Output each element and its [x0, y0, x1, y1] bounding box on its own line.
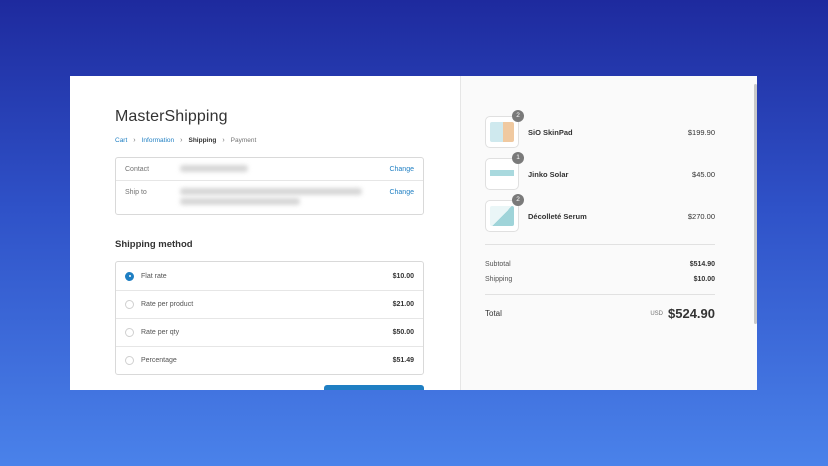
breadcrumb-cart[interactable]: Cart — [115, 137, 127, 144]
total-label: Total — [485, 309, 502, 318]
shipping-method-heading: Shipping method — [115, 239, 193, 250]
total-value: $524.90 — [668, 306, 715, 321]
radio-unselected[interactable] — [125, 300, 134, 309]
rate-name: Rate per qty — [141, 329, 180, 336]
item-name: SiO SkinPad — [528, 127, 573, 137]
item-price: $270.00 — [687, 211, 715, 221]
shipping-rates-list: Flat rate $10.00 Rate per product $21.00… — [115, 261, 424, 375]
shipping-row: Shipping $10.00 — [485, 272, 715, 287]
review-contact-row: Contact Change — [116, 158, 423, 180]
chevron-right-icon: › — [222, 137, 225, 144]
quantity-badge: 1 — [512, 152, 524, 164]
skinpad-product-image: 2 — [485, 110, 524, 148]
cart-item: 2 Décolleté Serum $270.00 — [485, 194, 715, 237]
breadcrumb-information[interactable]: Information — [142, 137, 175, 144]
subtotal-row: Subtotal $514.90 — [485, 257, 715, 272]
continue-to-payment-button[interactable] — [324, 385, 424, 390]
item-name: Jinko Solar — [528, 169, 569, 179]
totals-block: Subtotal $514.90 Shipping $10.00 — [485, 245, 715, 294]
rate-name: Flat rate — [141, 272, 167, 280]
total-row: Total USD $524.90 — [485, 295, 715, 321]
cart-item: 1 Jinko Solar $45.00 — [485, 152, 715, 195]
scrollbar[interactable] — [754, 84, 757, 324]
radio-selected[interactable] — [125, 271, 134, 281]
cart-item: 2 SiO SkinPad $199.90 — [485, 110, 715, 153]
chevron-right-icon: › — [133, 137, 136, 144]
quantity-badge: 2 — [512, 110, 524, 122]
breadcrumb-payment: Payment — [230, 137, 257, 144]
currency-code: USD — [650, 310, 663, 317]
radio-unselected[interactable] — [125, 356, 134, 365]
ship-to-value-redacted — [180, 188, 389, 205]
order-summary: 2 SiO SkinPad $199.90 1 Jinko Solar $45.… — [460, 76, 757, 390]
review-ship-to-row: Ship to Change — [116, 180, 423, 214]
serum-product-image: 2 — [485, 194, 524, 232]
checkout-window: MasterShipping Cart › Information › Ship… — [70, 76, 757, 390]
change-contact-link[interactable]: Change — [389, 165, 414, 173]
item-price: $45.00 — [692, 169, 715, 179]
change-address-link[interactable]: Change — [389, 188, 414, 196]
rate-name: Rate per product — [141, 301, 194, 308]
review-block: Contact Change Ship to Change — [115, 157, 424, 215]
solar-product-image: 1 — [485, 152, 524, 190]
rate-option-per-qty[interactable]: Rate per qty $50.00 — [116, 318, 423, 346]
breadcrumb-shipping: Shipping — [188, 137, 217, 144]
chevron-right-icon: › — [180, 137, 183, 144]
rate-option-per-product[interactable]: Rate per product $21.00 — [116, 290, 423, 318]
shipping-value: $10.00 — [693, 276, 715, 283]
breadcrumb: Cart › Information › Shipping › Payment — [115, 137, 460, 144]
item-name: Décolleté Serum — [528, 211, 587, 221]
rate-price: $10.00 — [392, 272, 414, 280]
store-title: MasterShipping — [115, 108, 228, 125]
checkout-main: MasterShipping Cart › Information › Ship… — [70, 76, 460, 390]
rate-price: $50.00 — [392, 329, 414, 336]
rate-price: $51.49 — [392, 357, 414, 364]
rate-price: $21.00 — [392, 301, 414, 308]
quantity-badge: 2 — [512, 194, 524, 206]
item-price: $199.90 — [687, 127, 715, 137]
subtotal-value: $514.90 — [689, 261, 715, 268]
rate-name: Percentage — [141, 357, 177, 364]
ship-to-label: Ship to — [125, 189, 147, 196]
contact-label: Contact — [125, 166, 150, 173]
radio-unselected[interactable] — [125, 328, 134, 337]
shipping-label: Shipping — [485, 276, 513, 283]
contact-value-redacted — [180, 165, 389, 172]
subtotal-label: Subtotal — [485, 261, 511, 268]
rate-option-flat-rate[interactable]: Flat rate $10.00 — [116, 262, 423, 290]
rate-option-percentage[interactable]: Percentage $51.49 — [116, 346, 423, 374]
